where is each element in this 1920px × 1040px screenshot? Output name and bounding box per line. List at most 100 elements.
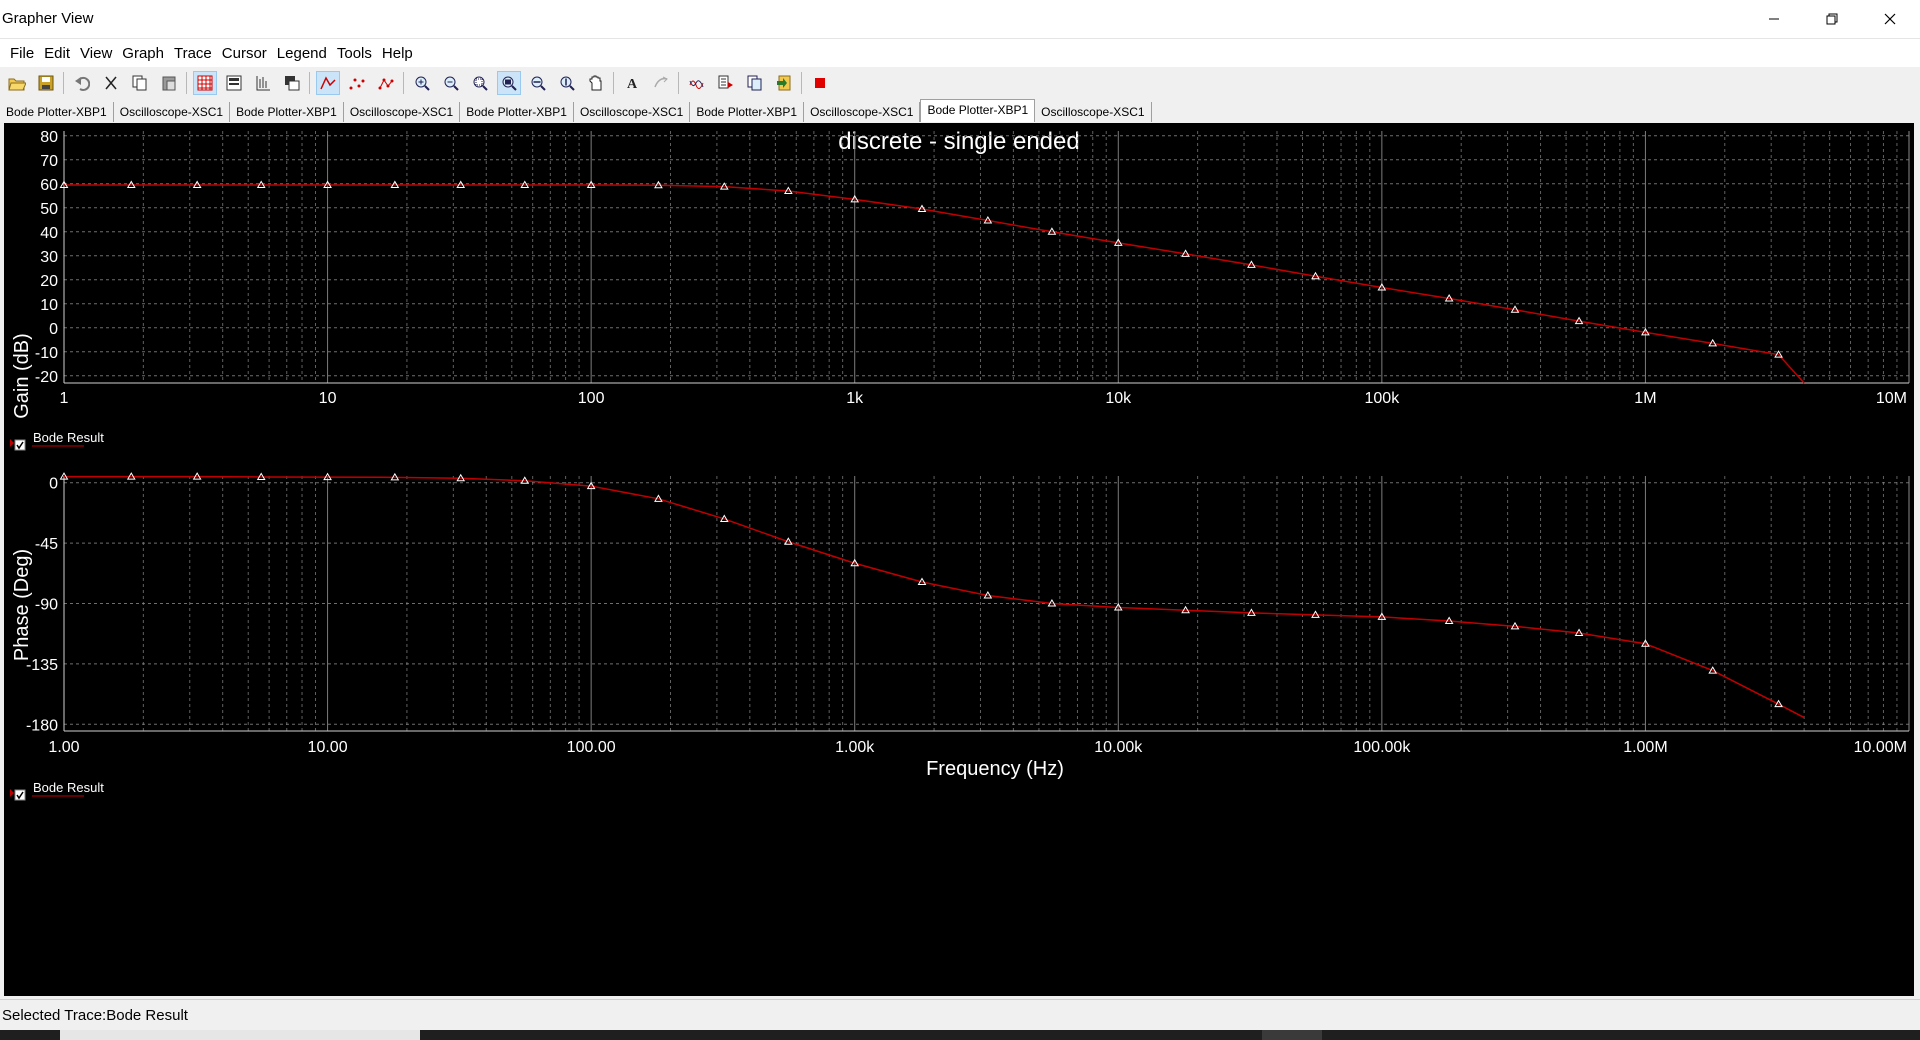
menu-graph[interactable]: Graph xyxy=(117,45,169,62)
gain-x-ticks: 1 10 100 1k 10k 100k 1M 10M xyxy=(60,390,1907,407)
taskbar-strip xyxy=(0,1030,1920,1040)
svg-text:A: A xyxy=(627,77,638,91)
grid-icon[interactable] xyxy=(193,71,217,95)
menu-legend[interactable]: Legend xyxy=(272,45,332,62)
tab-bode-plotter-active[interactable]: Bode Plotter-XBP1 xyxy=(920,99,1036,122)
gain-trace[interactable] xyxy=(59,180,1805,384)
toolbar-separator xyxy=(309,72,310,94)
toolbar-separator xyxy=(403,72,404,94)
zoom-area-icon[interactable] xyxy=(468,71,492,95)
y-tick-label: -180 xyxy=(26,717,58,734)
menu-tools[interactable]: Tools xyxy=(332,45,377,62)
import-icon[interactable] xyxy=(772,71,796,95)
gain-legend-label: Bode Result xyxy=(33,430,104,445)
gain-plot[interactable]: 80706050403020100-10-20 1 10 100 1k 10k 100k 1… xyxy=(11,129,1910,419)
legend-marker-icon xyxy=(10,439,14,447)
tab-oscilloscope[interactable]: Oscilloscope-XSC1 xyxy=(574,102,691,122)
pan-icon[interactable] xyxy=(584,71,608,95)
menu-file[interactable]: File xyxy=(0,45,39,62)
zoom-out-icon[interactable] xyxy=(439,71,463,95)
tab-bode-plotter[interactable]: Bode Plotter-XBP1 xyxy=(230,102,344,122)
phase-x-ticks: 1.00 10.00 100.00 1.00k 10.00k 100.00k 1.00M 10… xyxy=(48,739,1907,756)
legend-icon[interactable] xyxy=(222,71,246,95)
phase-grid xyxy=(63,476,1910,732)
tab-oscilloscope[interactable]: Oscilloscope-XSC1 xyxy=(344,102,461,122)
legend-checkbox[interactable] xyxy=(14,789,26,801)
menu-trace[interactable]: Trace xyxy=(169,45,217,62)
x-tick-label: 100.00k xyxy=(1353,739,1411,756)
undo-icon[interactable] xyxy=(70,71,94,95)
taskbar-segment xyxy=(1262,1030,1322,1040)
save-icon[interactable] xyxy=(34,71,58,95)
x-tick-label: 100.00 xyxy=(567,739,616,756)
toolbar-separator xyxy=(186,72,187,94)
phase-legend-label: Bode Result xyxy=(33,780,104,795)
x-tick-label: 1.00 xyxy=(48,739,79,756)
restore-icon[interactable] xyxy=(1803,0,1861,38)
cut-icon[interactable] xyxy=(99,71,123,95)
y-tick-label: 70 xyxy=(40,153,58,170)
menu-edit[interactable]: Edit xyxy=(39,45,75,62)
export-icon[interactable] xyxy=(714,71,738,95)
gain-legend[interactable]: Bode Result xyxy=(10,430,104,451)
bode-plot-canvas[interactable]: discrete - single ended 8070605040302010… xyxy=(4,123,1914,996)
gain-y-ticks: 80 70 60 50 40 30 20 10 0 -10 -20 xyxy=(35,129,58,386)
x-tick-label: 1k xyxy=(846,390,864,407)
gain-grid xyxy=(63,131,1910,384)
text-icon[interactable]: A xyxy=(620,71,644,95)
menu-view[interactable]: View xyxy=(75,45,117,62)
y-tick-label: 20 xyxy=(40,273,58,290)
overlay-traces-icon[interactable] xyxy=(685,71,709,95)
properties-icon[interactable] xyxy=(649,71,673,95)
legend-marker-icon xyxy=(10,789,14,797)
zoom-in-icon[interactable] xyxy=(410,71,434,95)
tab-oscilloscope[interactable]: Oscilloscope-XSC1 xyxy=(1035,102,1152,122)
legend-checkbox[interactable] xyxy=(14,439,26,451)
y-tick-label: 60 xyxy=(40,177,58,194)
close-icon[interactable] xyxy=(1861,0,1919,38)
x-axis-label: Frequency (Hz) xyxy=(926,758,1064,780)
title-bar: Grapher View xyxy=(0,0,1920,39)
x-tick-label: 1 xyxy=(60,390,69,407)
y-tick-label: -10 xyxy=(35,345,58,362)
points-icon[interactable] xyxy=(345,71,369,95)
toolbar-separator xyxy=(801,72,802,94)
toolbar-separator xyxy=(678,72,679,94)
tab-oscilloscope[interactable]: Oscilloscope-XSC1 xyxy=(114,102,231,122)
chart-title: discrete - single ended xyxy=(838,128,1079,155)
lines-icon[interactable] xyxy=(316,71,340,95)
y-tick-label: 0 xyxy=(49,321,58,338)
overlay-icon[interactable] xyxy=(280,71,304,95)
copy-graph-icon[interactable] xyxy=(743,71,767,95)
x-tick-label: 10.00M xyxy=(1854,739,1907,756)
x-tick-label: 100 xyxy=(578,390,605,407)
zoom-y-icon[interactable] xyxy=(555,71,579,95)
phase-plot[interactable]: 0-45-90-135-180 1.00 10.00 100.00 1.00k 10.0… xyxy=(11,472,1910,780)
stop-icon[interactable] xyxy=(808,71,832,95)
tab-bode-plotter[interactable]: Bode Plotter-XBP1 xyxy=(460,102,574,122)
phase-trace[interactable] xyxy=(59,472,1805,719)
zoom-full-icon[interactable] xyxy=(497,71,521,95)
graph-area[interactable]: discrete - single ended 80 70 60 50 40 30 20 10… xyxy=(4,123,1914,996)
y-tick-label: 50 xyxy=(40,201,58,218)
gain-y-axis-label: Gain (dB) xyxy=(11,333,33,419)
minimize-icon[interactable] xyxy=(1745,0,1803,38)
tab-strip: Bode Plotter-XBP1 Oscilloscope-XSC1 Bode… xyxy=(0,99,1920,122)
x-tick-label: 100k xyxy=(1365,390,1401,407)
y-tick-label: 10 xyxy=(40,297,58,314)
tab-bode-plotter[interactable]: Bode Plotter-XBP1 xyxy=(690,102,805,122)
x-tick-label: 1.00k xyxy=(835,739,875,756)
ticks-icon[interactable] xyxy=(251,71,275,95)
y-tick-label: 30 xyxy=(40,249,58,266)
copy-icon[interactable] xyxy=(128,71,152,95)
line-points-icon[interactable] xyxy=(374,71,398,95)
open-folder-icon[interactable] xyxy=(5,71,29,95)
zoom-x-icon[interactable] xyxy=(526,71,550,95)
tab-bode-plotter[interactable]: Bode Plotter-XBP1 xyxy=(0,102,114,122)
menu-help[interactable]: Help xyxy=(377,45,418,62)
menu-cursor[interactable]: Cursor xyxy=(217,45,272,62)
phase-legend[interactable]: Bode Result xyxy=(10,780,104,801)
y-tick-label: -45 xyxy=(35,536,58,553)
tab-oscilloscope[interactable]: Oscilloscope-XSC1 xyxy=(804,102,921,122)
paste-icon[interactable] xyxy=(157,71,181,95)
